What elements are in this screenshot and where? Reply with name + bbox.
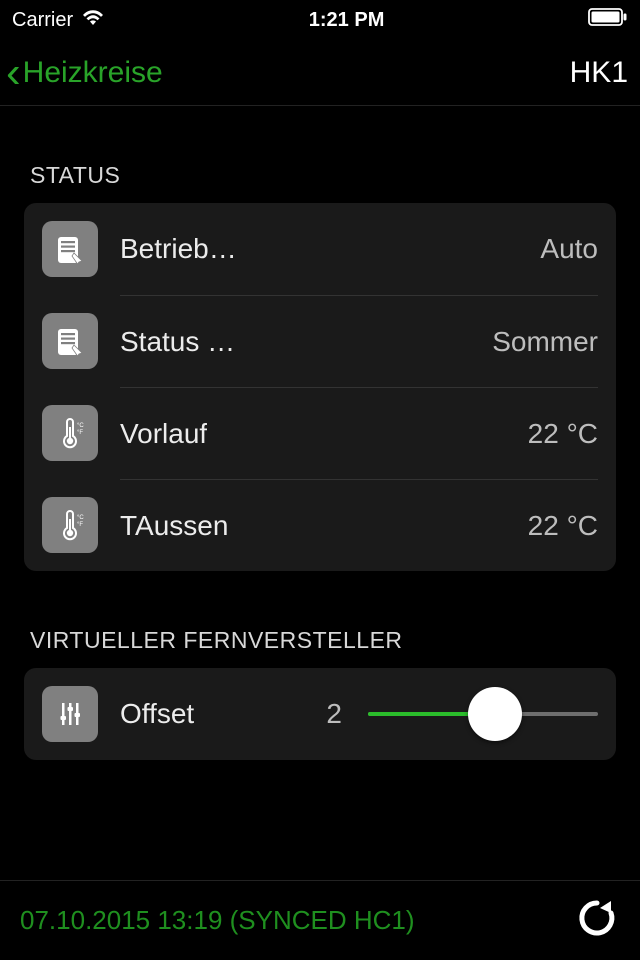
back-label: Heizkreise (23, 56, 163, 90)
status-card: Betrieb… Auto Status … Sommer (24, 203, 616, 571)
svg-text:°F: °F (77, 522, 83, 528)
sync-status: 07.10.2015 13:19 (SYNCED HC1) (20, 905, 415, 936)
svg-text:°C: °C (77, 423, 84, 429)
nav-bar: ‹ Heizkreise HK1 (0, 40, 640, 106)
content: STATUS Betrieb… Auto (0, 162, 640, 760)
battery-icon (588, 8, 628, 32)
list-tap-icon (42, 221, 98, 277)
svg-text:°C: °C (77, 515, 84, 521)
row-label: Betrieb… (120, 233, 237, 265)
row-label: Status … (120, 326, 235, 358)
thermometer-icon: °C °F (42, 497, 98, 553)
carrier-label: Carrier (12, 9, 73, 32)
refresh-button[interactable] (574, 898, 620, 944)
clock: 1:21 PM (309, 9, 385, 32)
row-betrieb[interactable]: Betrieb… Auto (42, 203, 598, 295)
row-value: 22 °C (528, 510, 598, 542)
section-header-remote: VIRTUELLER FERNVERSTELLER (24, 627, 616, 654)
row-value: Auto (540, 233, 598, 265)
row-status[interactable]: Status … Sommer (42, 295, 598, 387)
bottom-bar: 07.10.2015 13:19 (SYNCED HC1) (0, 880, 640, 960)
row-vorlauf[interactable]: °C °F Vorlauf 22 °C (42, 387, 598, 479)
back-button[interactable]: ‹ Heizkreise (6, 51, 163, 95)
wifi-icon (81, 8, 105, 32)
refresh-icon (576, 897, 618, 944)
row-label: TAussen (120, 510, 228, 542)
thermometer-icon: °C °F (42, 405, 98, 461)
status-right (588, 8, 628, 32)
slider-thumb[interactable] (468, 687, 522, 741)
list-tap-icon (42, 313, 98, 369)
row-value: 22 °C (528, 418, 598, 450)
status-left: Carrier (12, 8, 105, 32)
row-taussen[interactable]: °C °F TAussen 22 °C (42, 479, 598, 571)
offset-value: 2 (318, 698, 342, 730)
offset-slider[interactable] (368, 687, 598, 741)
status-bar: Carrier 1:21 PM (0, 0, 640, 40)
remote-card: Offset 2 (24, 668, 616, 760)
row-value: Sommer (492, 326, 598, 358)
chevron-left-icon: ‹ (6, 51, 21, 95)
row-label: Offset (120, 698, 194, 730)
page-title: HK1 (570, 56, 628, 90)
section-header-status: STATUS (24, 162, 616, 189)
svg-text:°F: °F (77, 430, 83, 436)
row-label: Vorlauf (120, 418, 207, 450)
sliders-icon (42, 686, 98, 742)
row-offset[interactable]: Offset 2 (42, 668, 598, 760)
